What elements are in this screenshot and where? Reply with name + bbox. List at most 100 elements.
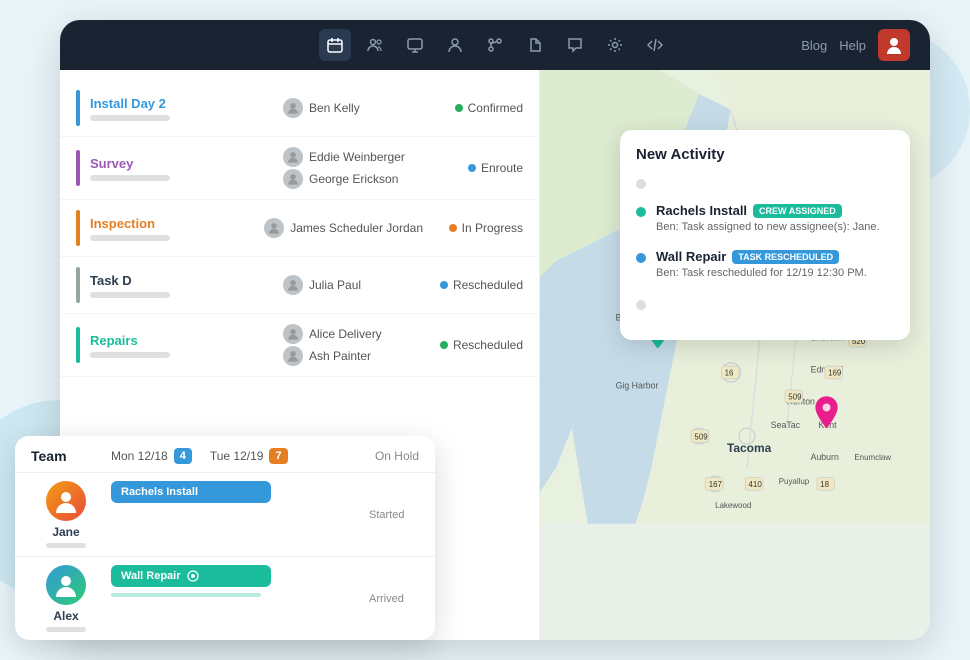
- task-sub-bar: [90, 235, 170, 241]
- task-assignees: Julia Paul: [283, 275, 423, 295]
- assignee-avatar: [283, 275, 303, 295]
- nav-people-icon[interactable]: [359, 29, 391, 61]
- svg-text:167: 167: [709, 480, 723, 489]
- task-sub-bar: [90, 115, 170, 121]
- team-member-alex: Alex: [31, 565, 101, 632]
- nav-calendar-icon[interactable]: [319, 29, 351, 61]
- task-info: Repairs: [90, 333, 273, 358]
- date-tab-tue[interactable]: Tue 12/19 7: [210, 448, 288, 464]
- task-status: Rescheduled: [433, 338, 523, 352]
- task-info: Inspection: [90, 216, 254, 241]
- svg-text:16: 16: [725, 369, 734, 378]
- activity-name: Wall Repair TASK RESCHEDULED: [656, 249, 867, 264]
- task-item[interactable]: Repairs Alice Delivery Ash Paint: [60, 314, 539, 377]
- jane-name: Jane: [52, 525, 79, 539]
- assignee-name: George Erickson: [309, 172, 398, 186]
- activity-dot: [636, 179, 646, 189]
- assignee-name: Ash Painter: [309, 349, 371, 363]
- status-dot: [455, 104, 463, 112]
- alex-sub: [46, 627, 86, 632]
- status-text: Rescheduled: [453, 338, 523, 352]
- nav-right: Blog Help: [801, 29, 910, 61]
- svg-text:Enumclaw: Enumclaw: [854, 453, 891, 462]
- assignee-avatar: [283, 324, 303, 344]
- activity-name: Rachels Install CREW ASSIGNED: [656, 203, 880, 218]
- svg-text:509: 509: [788, 393, 802, 402]
- task-bar: [76, 150, 80, 186]
- task-info: Install Day 2: [90, 96, 273, 121]
- task-bar: [76, 267, 80, 303]
- task-status: Enroute: [433, 161, 523, 175]
- activity-dot: [636, 207, 646, 217]
- team-row-alex: Alex Wall Repair Arrived: [15, 556, 435, 640]
- blog-link[interactable]: Blog: [801, 38, 827, 53]
- task-bar: [76, 327, 80, 363]
- date-tab-mon[interactable]: Mon 12/18 4: [111, 448, 192, 464]
- date-tabs: Mon 12/18 4 Tue 12/19 7: [111, 448, 288, 464]
- activity-desc: Ben: Task rescheduled for 12/19 12:30 PM…: [656, 266, 867, 281]
- task-title: Install Day 2: [90, 96, 273, 111]
- task-sub-bar: [90, 175, 170, 181]
- task-status: In Progress: [433, 221, 523, 235]
- task-title: Inspection: [90, 216, 254, 231]
- task-item[interactable]: Inspection James Scheduler Jordan In Pro…: [60, 200, 539, 257]
- team-header: Team Mon 12/18 4 Tue 12/19 7 On Hold: [15, 436, 435, 472]
- nav-code-icon[interactable]: [639, 29, 671, 61]
- activity-dot: [636, 300, 646, 310]
- status-dot: [468, 164, 476, 172]
- task-assignees: James Scheduler Jordan: [264, 218, 423, 238]
- svg-text:18: 18: [820, 480, 829, 489]
- status-text: Enroute: [481, 161, 523, 175]
- map-panel: Seattle Tacoma Bremerton Poulsbo Silverd…: [540, 70, 930, 640]
- task-status: Rescheduled: [433, 278, 523, 292]
- task-item[interactable]: Install Day 2 Ben Kelly Confirmed: [60, 80, 539, 137]
- date-tue-label: Tue 12/19: [210, 449, 264, 463]
- svg-text:SeaTac: SeaTac: [771, 420, 801, 430]
- assignee-avatar: [283, 147, 303, 167]
- task-sub-bar: [90, 352, 170, 358]
- svg-text:Gig Harbor: Gig Harbor: [616, 380, 659, 390]
- team-panel: Team Mon 12/18 4 Tue 12/19 7 On Hold Jan…: [15, 436, 435, 640]
- task-assignees: Ben Kelly: [283, 98, 423, 118]
- date-mon-label: Mon 12/18: [111, 449, 168, 463]
- help-link[interactable]: Help: [839, 38, 866, 53]
- activity-content: Wall Repair TASK RESCHEDULED Ben: Task r…: [656, 249, 867, 281]
- crew-assigned-badge: CREW ASSIGNED: [753, 204, 842, 218]
- team-member-jane: Jane: [31, 481, 101, 548]
- alex-task-bar: [111, 593, 261, 597]
- nav-branch-icon[interactable]: [479, 29, 511, 61]
- assignee-name: Ben Kelly: [309, 101, 360, 115]
- assignee-row: Eddie Weinberger: [283, 147, 423, 167]
- status-dot: [440, 341, 448, 349]
- status-text: Rescheduled: [453, 278, 523, 292]
- nav-chat-icon[interactable]: [559, 29, 591, 61]
- assignee-row: James Scheduler Jordan: [264, 218, 423, 238]
- assignee-row: Ben Kelly: [283, 98, 423, 118]
- jane-task-card[interactable]: Rachels Install: [111, 481, 271, 503]
- assignee-name: James Scheduler Jordan: [290, 221, 423, 235]
- task-item[interactable]: Task D Julia Paul Rescheduled: [60, 257, 539, 314]
- jane-sub: [46, 543, 86, 548]
- jane-avatar: [46, 481, 86, 521]
- assignee-row: George Erickson: [283, 169, 423, 189]
- svg-text:Puyallup: Puyallup: [779, 477, 810, 486]
- svg-text:Lakewood: Lakewood: [715, 501, 751, 510]
- activity-content: Rachels Install CREW ASSIGNED Ben: Task …: [656, 203, 880, 235]
- alex-task-card[interactable]: Wall Repair: [111, 565, 271, 587]
- alex-name: Alex: [53, 609, 78, 623]
- status-dot: [449, 224, 457, 232]
- nav-gear-icon[interactable]: [599, 29, 631, 61]
- user-avatar[interactable]: [878, 29, 910, 61]
- task-assignees: Alice Delivery Ash Painter: [283, 324, 423, 366]
- svg-text:Auburn: Auburn: [811, 452, 839, 462]
- task-item[interactable]: Survey Eddie Weinberger George E: [60, 137, 539, 200]
- status-text: In Progress: [462, 221, 523, 235]
- jane-tasks: Rachels Install: [101, 481, 361, 513]
- task-title: Task D: [90, 273, 273, 288]
- nav-monitor-icon[interactable]: [399, 29, 431, 61]
- activity-item: [636, 296, 894, 310]
- nav-person-icon[interactable]: [439, 29, 471, 61]
- nav-file-icon[interactable]: [519, 29, 551, 61]
- activity-item: [636, 175, 894, 189]
- jane-task-bar: [111, 509, 261, 513]
